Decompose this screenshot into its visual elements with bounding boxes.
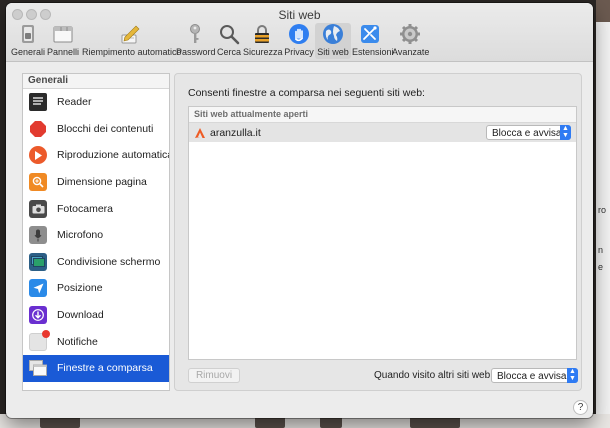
microphone-icon [29,226,47,245]
toolbar-estensioni[interactable]: Estensioni [352,23,394,59]
sidebar-item-condivisione-schermo[interactable]: Condivisione schermo [23,249,169,276]
chevron-updown-icon: ▲ ▼ [567,368,578,383]
popup-windows-icon [29,359,47,377]
sidebar-item-blocchi-contenuti[interactable]: Blocchi dei contenuti [23,116,169,143]
notification-badge [42,330,50,339]
play-icon [29,146,47,165]
sidebar: Generali Reader Blocchi dei contenuti Ri… [22,73,170,391]
screen-share-icon [29,252,47,271]
toolbar-cerca[interactable]: Cerca [216,23,242,59]
toolbar-siti-web[interactable]: Siti web [315,23,351,59]
title-bar: Siti web Generali Pannelli Riempimento a… [6,3,593,62]
reader-icon [29,93,47,112]
camera-icon [29,199,47,218]
preferences-window: Siti web Generali Pannelli Riempimento a… [6,3,593,418]
gear-icon [400,24,420,44]
tabs-icon [53,26,73,43]
site-name: aranzulla.it [210,126,261,139]
switch-icon [22,25,34,43]
toolbar-avanzate[interactable]: Avanzate [392,23,429,59]
sidebar-item-download[interactable]: Download [23,302,169,329]
other-sites-popup[interactable]: Blocca e avvisa ▲ ▼ [491,368,578,383]
panel-title: Consenti finestre a comparsa nei seguent… [188,87,425,99]
sidebar-header: Generali [23,74,169,89]
stop-sign-icon [29,120,47,138]
pencil-icon [121,25,140,44]
sidebar-item-dimensione-pagina[interactable]: Dimensione pagina [23,169,169,196]
remove-button[interactable]: Rimuovi [188,368,240,383]
puzzle-icon [361,25,379,43]
location-icon [29,279,47,298]
background-desktop: ro n e [596,0,610,428]
download-icon [29,306,47,325]
magnifier-icon [220,25,240,45]
background-photo [596,0,610,22]
other-sites-label: Quando visito altri siti web: [374,370,493,381]
padlock-icon [255,25,269,43]
key-icon [190,24,200,43]
aranzulla-logo-icon [195,127,205,138]
toolbar-riempimento-automatico[interactable]: Riempimento automatico [82,23,182,59]
sidebar-item-notifiche[interactable]: Notifiche [23,328,169,355]
zoom-icon [29,173,47,192]
content-area: Generali Reader Blocchi dei contenuti Ri… [6,62,593,418]
toolbar-sicurezza[interactable]: Sicurezza [243,23,283,59]
toolbar-pannelli[interactable]: Pannelli [46,23,80,59]
sidebar-item-riproduzione-automatica[interactable]: Riproduzione automatica [23,142,169,169]
toolbar-generali[interactable]: Generali [10,23,46,59]
window-title: Siti web [278,8,321,22]
table-header: Siti web attualmente aperti [189,107,576,123]
websites-table: Siti web attualmente aperti aranzulla.it… [188,106,577,360]
toolbar-password[interactable]: Password [176,23,216,59]
sidebar-item-posizione[interactable]: Posizione [23,275,169,302]
sidebar-item-reader[interactable]: Reader [23,89,169,116]
help-button[interactable]: ? [573,400,588,415]
sidebar-item-microfono[interactable]: Microfono [23,222,169,249]
sidebar-item-fotocamera[interactable]: Fotocamera [23,195,169,222]
globe-icon [323,24,343,44]
chevron-updown-icon: ▲ ▼ [560,125,571,140]
hand-icon [289,24,309,44]
popup-settings-panel: Consenti finestre a comparsa nei seguent… [174,73,582,391]
sidebar-item-finestre-a-comparsa[interactable]: Finestre a comparsa [23,354,169,382]
table-row[interactable]: aranzulla.it Blocca e avvisa ▲ ▼ [189,123,576,142]
toolbar-privacy[interactable]: Privacy [284,23,314,59]
site-setting-popup[interactable]: Blocca e avvisa ▲ ▼ [486,125,571,140]
